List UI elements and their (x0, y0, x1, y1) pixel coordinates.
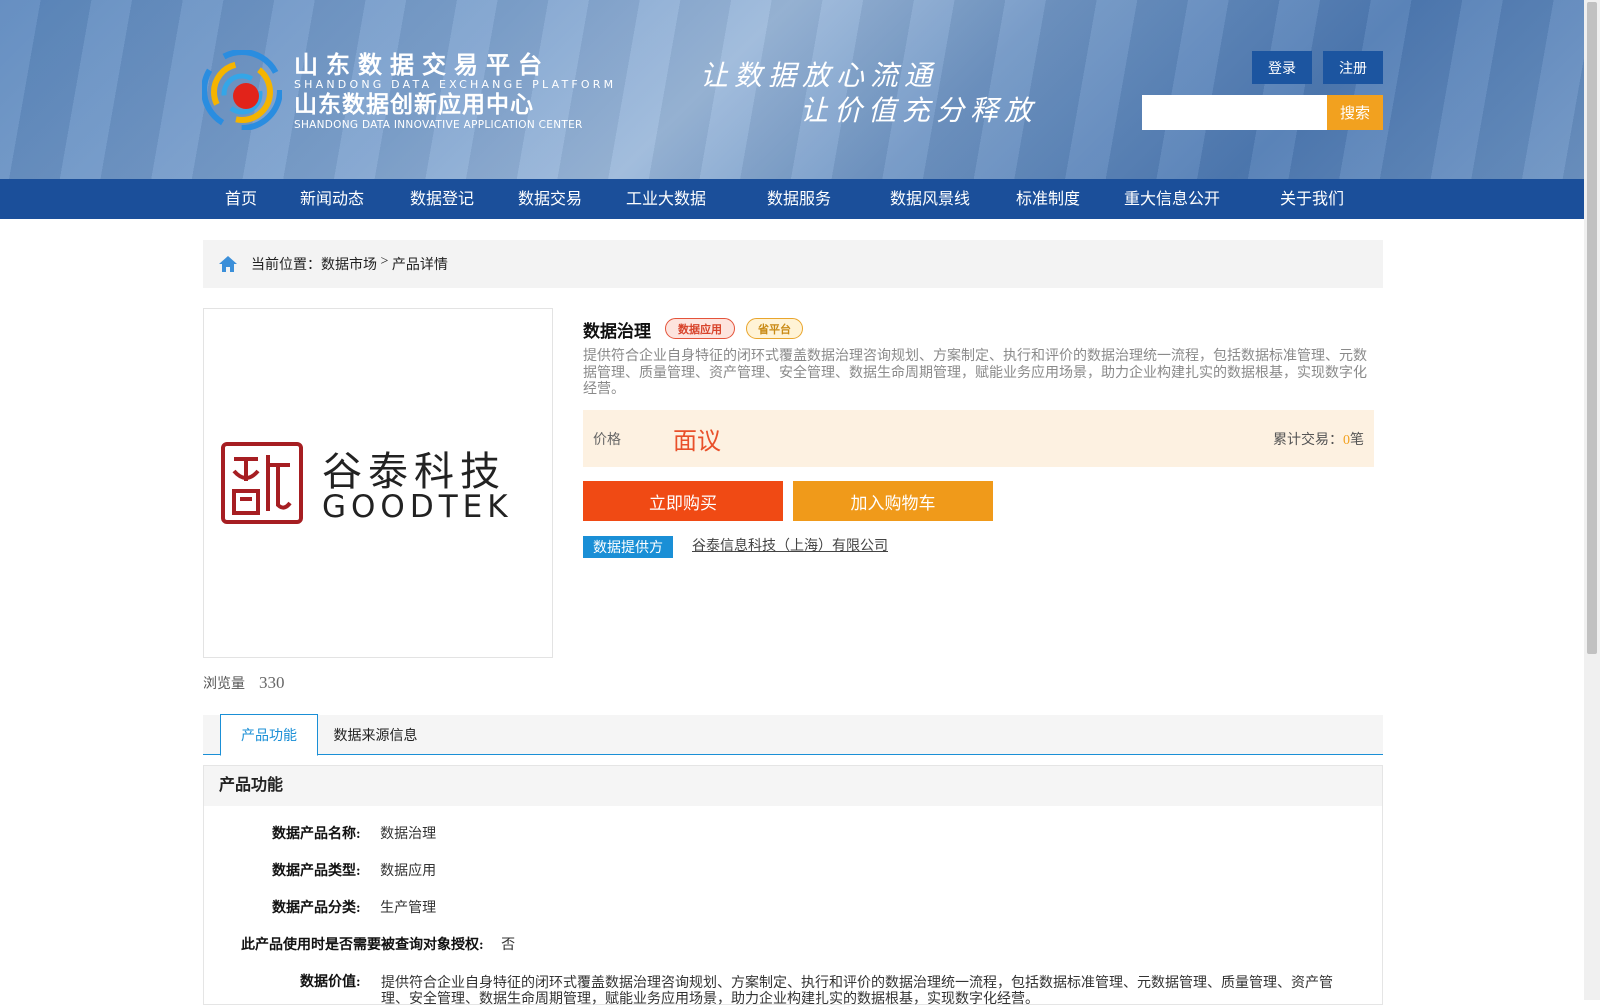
add-to-cart-button[interactable]: 加入购物车 (793, 481, 993, 521)
nav-item-data-landscape[interactable]: 数据风景线 (890, 179, 970, 219)
data-value-label: 数据价值: (300, 975, 361, 990)
platform-logo[interactable] (202, 50, 282, 130)
provider-label: 数据提供方 (583, 536, 673, 558)
product-type-value: 数据应用 (380, 864, 437, 879)
views-count: 330 (259, 673, 285, 692)
logo-text: 山东数据交易平台 SHANDONG DATA EXCHANGE PLATFORM… (294, 52, 616, 131)
main-nav: 首页 新闻动态 数据登记 数据交易 工业大数据 数据服务 数据风景线 标准制度 … (0, 179, 1584, 219)
trade-label: 累计交易： (1273, 433, 1343, 448)
nav-item-data-trading[interactable]: 数据交易 (518, 179, 582, 219)
tag-data-application: 数据应用 (665, 318, 735, 339)
logo-title-cn: 山东数据交易平台 (294, 51, 550, 79)
nav-item-data-services[interactable]: 数据服务 (767, 179, 831, 219)
trade-count: 累计交易：0笔 (1273, 429, 1364, 449)
site-header: 山东数据交易平台 SHANDONG DATA EXCHANGE PLATFORM… (0, 0, 1584, 179)
tab-product-features[interactable]: 产品功能 (220, 714, 318, 756)
tab-data-source-info[interactable]: 数据来源信息 (318, 715, 433, 755)
breadcrumb-current: 产品详情 (391, 258, 448, 273)
product-title: 数据治理 (583, 322, 651, 342)
row-product-name: 数据产品名称: 数据治理 (272, 823, 436, 843)
data-value-text: 提供符合企业自身特征的闭环式覆盖数据治理咨询规划、方案制定、执行和评价的数据治理… (381, 976, 1333, 1007)
login-button[interactable]: 登录 (1252, 51, 1312, 84)
features-panel: 产品功能 数据产品名称: 数据治理 数据产品类型: 数据应用 数据产品分类: 生… (203, 765, 1383, 1007)
provider-name-link[interactable]: 谷泰信息科技（上海）有限公司 (692, 535, 888, 555)
breadcrumb-market-link[interactable]: 数据市场 (321, 254, 377, 274)
row-data-value: 数据价值: (300, 971, 361, 991)
product-type-label: 数据产品类型: (272, 864, 361, 879)
logo-subtitle-cn: 山东数据创新应用中心 (294, 92, 534, 118)
product-category-label: 数据产品分类: (272, 901, 361, 916)
breadcrumb: 当前位置： 数据市场 > 产品详情 (203, 240, 1383, 288)
product-name-label: 数据产品名称: (272, 827, 361, 842)
row-product-category: 数据产品分类: 生产管理 (272, 897, 436, 917)
price-box: 价格 面议 累计交易：0笔 (583, 410, 1374, 467)
nav-item-industrial-big-data[interactable]: 工业大数据 (626, 179, 706, 219)
search-button[interactable]: 搜索 (1327, 95, 1383, 130)
views-counter: 浏览量 330 (203, 673, 285, 693)
nav-item-home[interactable]: 首页 (225, 179, 257, 219)
views-label: 浏览量 (203, 677, 245, 692)
breadcrumb-separator: > (377, 254, 392, 269)
slogan-line-1: 让数据放心流通 (700, 61, 939, 92)
trade-number: 0 (1343, 433, 1350, 448)
home-icon (219, 256, 237, 272)
product-description: 提供符合企业自身特征的闭环式覆盖数据治理咨询规划、方案制定、执行和评价的数据治理… (583, 349, 1367, 397)
product-name-value: 数据治理 (380, 827, 437, 842)
nav-item-disclosure[interactable]: 重大信息公开 (1124, 179, 1220, 219)
register-button[interactable]: 注册 (1323, 51, 1383, 84)
logo-subtitle-en: SHANDONG DATA INNOVATIVE APPLICATION CEN… (294, 119, 583, 131)
nav-item-standards[interactable]: 标准制度 (1016, 179, 1080, 219)
page-scrollbar[interactable] (1584, 0, 1600, 1000)
trade-unit: 笔 (1350, 433, 1364, 448)
goodtek-seal-logo (221, 442, 303, 524)
product-tabs: 产品功能 数据来源信息 (203, 714, 1383, 756)
authorization-value: 否 (501, 938, 516, 953)
search-input[interactable] (1142, 95, 1328, 130)
features-heading: 产品功能 (204, 766, 1382, 806)
slogan-line-2: 让价值充分释放 (800, 96, 1039, 127)
logo-title-en: SHANDONG DATA EXCHANGE PLATFORM (294, 78, 617, 91)
nav-item-data-registration[interactable]: 数据登记 (410, 179, 474, 219)
authorization-label: 此产品使用时是否需要被查询对象授权: (241, 938, 484, 953)
product-image: 谷泰科技 GOODTEK (203, 308, 553, 658)
row-authorization: 此产品使用时是否需要被查询对象授权: 否 (241, 934, 515, 954)
price-label: 价格 (593, 433, 621, 448)
scrollbar-thumb[interactable] (1587, 2, 1597, 654)
breadcrumb-prefix: 当前位置： (251, 258, 321, 273)
price-value: 面议 (673, 429, 721, 455)
row-product-type: 数据产品类型: 数据应用 (272, 860, 436, 880)
nav-item-news[interactable]: 新闻动态 (300, 179, 364, 219)
tag-provincial-platform: 省平台 (746, 318, 803, 339)
buy-now-button[interactable]: 立即购买 (583, 481, 783, 521)
goodtek-logo-en: GOODTEK (322, 489, 513, 525)
product-category-value: 生产管理 (380, 901, 437, 916)
nav-item-about[interactable]: 关于我们 (1280, 179, 1344, 219)
